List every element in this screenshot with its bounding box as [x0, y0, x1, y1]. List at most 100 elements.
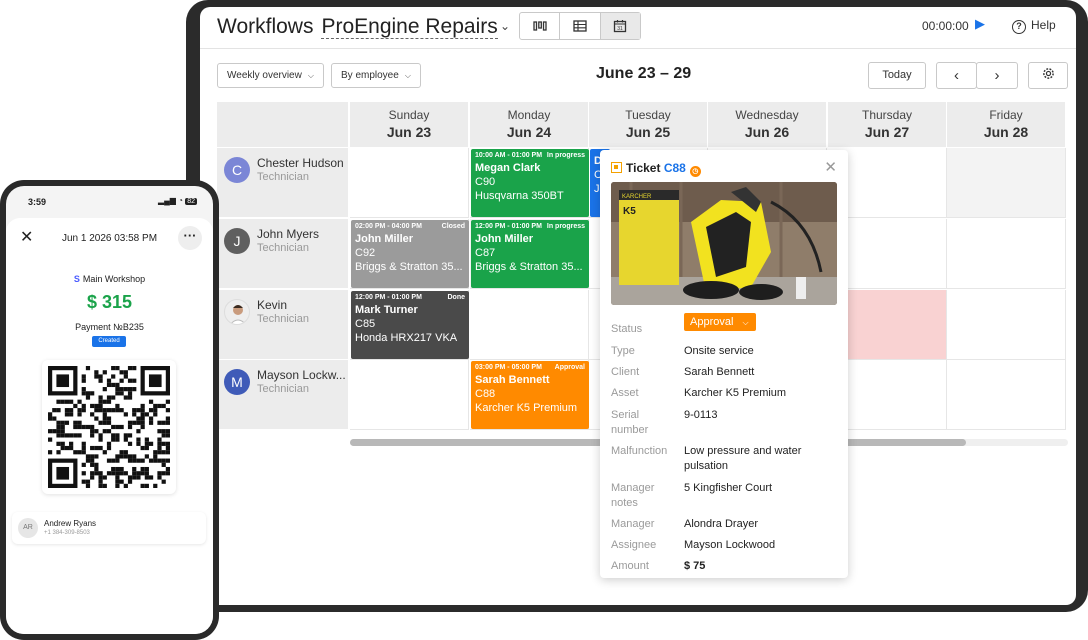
event-asset: Briggs & Stratton 35... [475, 261, 583, 273]
status-value: Approval [690, 316, 734, 328]
chevron-down-icon: ⌵ [742, 318, 749, 327]
employee-row-header[interactable]: Kevin Technician [217, 290, 348, 360]
shop-name: S Main Workshop [6, 274, 213, 284]
more-icon[interactable]: ··· [178, 226, 202, 250]
event-code: C87 [475, 247, 496, 259]
group-by-label: By employee [341, 70, 399, 81]
gear-icon [1042, 68, 1055, 81]
board-view-icon[interactable] [520, 13, 561, 39]
avatar: C [224, 157, 250, 183]
group-by-dropdown[interactable]: By employee ⌵ [331, 63, 421, 88]
chevron-right-icon: › [994, 67, 1000, 84]
field-value: Karcher K5 Premium [684, 387, 787, 399]
day-name: Monday [507, 108, 551, 122]
help-button[interactable]: ? Help [1012, 18, 1056, 34]
calendar-cell[interactable] [947, 360, 1066, 430]
day-date: Jun 28 [983, 124, 1029, 140]
prev-week-button[interactable]: ‹ [936, 62, 977, 89]
employee-row-header[interactable]: M Mayson Lockw... Technician [217, 360, 348, 430]
date-range-title: June 23 – 29 [596, 65, 692, 82]
event-card[interactable]: 03:00 PM - 05:00 PM Approval Sarah Bennett… [471, 361, 589, 429]
employee-row-header[interactable]: C Chester Hudson Technician [217, 148, 348, 218]
app-screen: Workflows ProEngine Repairs ⌄ 31 00:00:00… [200, 7, 1076, 605]
shop-name-label: Main Workshop [82, 274, 146, 284]
employee-column-header [217, 102, 349, 147]
phone-time: 3:59 [28, 197, 47, 207]
project-selector[interactable]: ProEngine Repairs [321, 15, 498, 39]
view-mode-dropdown[interactable]: Weekly overview ⌵ [217, 63, 324, 88]
event-asset: Briggs & Stratton 35... [355, 261, 463, 273]
settings-button[interactable] [1028, 62, 1068, 89]
status-label: Status [611, 323, 643, 335]
day-date: Jun 23 [386, 124, 432, 140]
close-icon[interactable]: ✕ [824, 158, 837, 176]
view-switcher: 31 [519, 12, 641, 40]
table-view-icon[interactable] [560, 13, 601, 39]
event-status: In progress [546, 152, 585, 159]
next-week-button[interactable]: › [976, 62, 1018, 89]
field-value: 9-0113 [684, 409, 718, 421]
status-badge: Created [92, 336, 126, 347]
ticket-title-prefix: Ticket [626, 161, 661, 175]
event-code: C85 [355, 318, 376, 330]
event-card[interactable]: 12:00 PM - 01:00 PM Done Mark Turner C85 Hon… [351, 291, 469, 359]
event-card[interactable]: 10:00 AM - 01:00 PM In progress Megan Clar… [471, 149, 589, 217]
today-button[interactable]: Today [868, 62, 926, 89]
day-name: Thursday [861, 108, 913, 122]
employee-name: John Myers [257, 227, 320, 241]
page-title: Workflows ProEngine Repairs [217, 15, 498, 39]
event-time: 03:00 PM - 05:00 PM [475, 364, 542, 371]
calendar-view-icon[interactable]: 31 [600, 13, 640, 39]
calendar-cell[interactable] [947, 290, 1066, 360]
field-value: Sarah Bennett [684, 366, 755, 378]
qr-code [42, 360, 176, 494]
event-meta: 12:00 PM - 01:00 PM In progress [475, 223, 585, 230]
event-card[interactable]: 12:00 PM - 01:00 PM In progress John Mille… [471, 220, 589, 288]
chevron-down-icon[interactable]: ⌄ [500, 19, 510, 33]
field-label: Serial number [611, 409, 649, 436]
ticket-popup: Ticket C88 ◷ ✕ KARCHER K5 Status Approva… [600, 150, 848, 578]
status-dropdown[interactable]: Approval ⌵ [684, 313, 756, 331]
calendar-cell[interactable] [350, 148, 469, 218]
event-time: 12:00 PM - 01:00 PM [475, 223, 542, 230]
field-label: Client [611, 366, 640, 378]
calendar-day-number: 31 [618, 26, 624, 32]
play-icon[interactable]: ▶ [975, 16, 985, 32]
phone-screen: 3:59 ▂▄▆ ◔ 82 ✕ Jun 1 2026 03:58 PM ··· … [6, 186, 213, 634]
event-asset: Karcher K5 Premium [475, 402, 578, 414]
calendar-cell[interactable] [947, 219, 1066, 289]
contact-card[interactable]: AR Andrew Ryans +1 384-309-8503 [12, 512, 206, 544]
event-meta: 02:00 PM - 04:00 PM Closed [355, 223, 465, 230]
day-header: Wednesday Jun 26 [708, 102, 827, 147]
field-value: Low pressure and water pulsation [684, 445, 802, 472]
contact-phone: +1 384-309-8503 [44, 530, 90, 536]
avatar: J [224, 228, 250, 254]
calendar-cell[interactable] [947, 148, 1066, 218]
event-status: Closed [441, 223, 465, 230]
event-client: Mark Turner [355, 304, 418, 316]
field-label: Manager notes [611, 482, 655, 509]
event-meta: 03:00 PM - 05:00 PM Approval [475, 364, 585, 371]
event-time: 10:00 AM - 01:00 PM [475, 152, 543, 159]
event-code: C92 [355, 247, 376, 259]
day-header: Friday Jun 28 [947, 102, 1066, 147]
employee-name: Chester Hudson [257, 156, 344, 170]
avatar: M [224, 369, 250, 395]
field-value: Onsite service [684, 345, 754, 357]
event-card[interactable]: 02:00 PM - 04:00 PM Closed John Miller C92 B… [351, 220, 469, 288]
view-mode-label: Weekly overview [227, 70, 302, 81]
field-label: Malfunction [611, 445, 668, 457]
field-value: Alondra Drayer [684, 518, 758, 530]
employee-row-header[interactable]: J John Myers Technician [217, 219, 348, 289]
ticket-number-link[interactable]: C88 [664, 161, 686, 175]
field-value: Mayson Lockwood [684, 539, 776, 551]
day-date: Jun 25 [625, 124, 671, 140]
event-meta: 12:00 PM - 01:00 PM Done [355, 294, 465, 301]
employee-name: Kevin [257, 298, 288, 312]
field-value: $ 75 [684, 560, 706, 572]
calendar-cell[interactable] [350, 360, 469, 430]
qr-code-pattern [48, 366, 170, 488]
day-date: Jun 27 [864, 124, 910, 140]
calendar-cell[interactable] [470, 290, 589, 360]
employee-role: Technician [257, 171, 309, 183]
